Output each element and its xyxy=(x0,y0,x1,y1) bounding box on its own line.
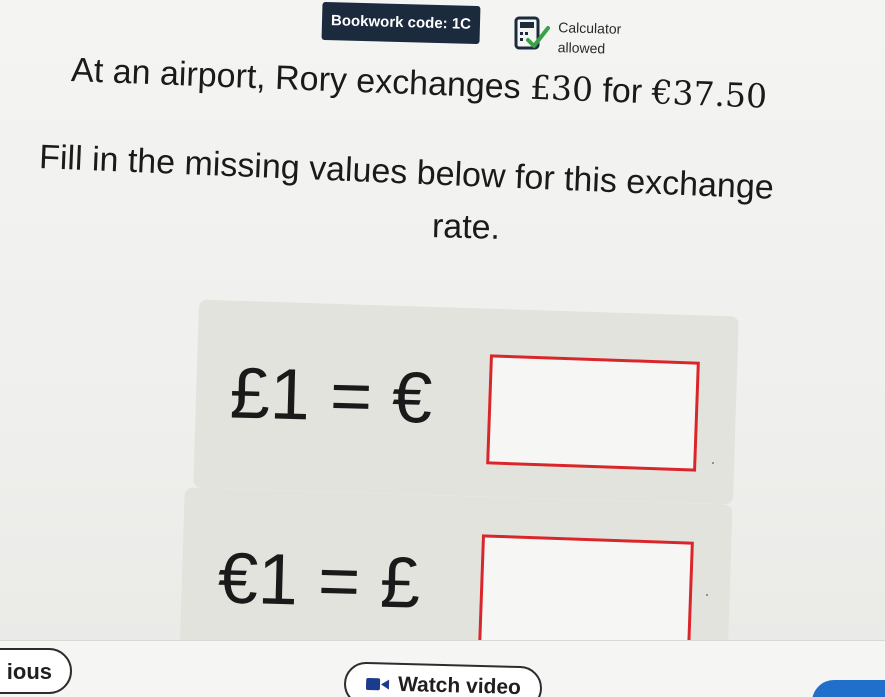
equation-1-label: £1 = € xyxy=(228,353,434,439)
answer-box-1[interactable] xyxy=(486,354,700,472)
bookwork-code-badge: Bookwork code: 1C xyxy=(321,1,481,45)
question-line-3: rate. xyxy=(431,207,501,247)
decorative-dot xyxy=(712,462,714,464)
pound-amount: £30 xyxy=(529,67,594,110)
question-line-1: At an airport, Rory exchanges £30 for €3… xyxy=(70,50,768,117)
watch-video-label: Watch video xyxy=(397,672,522,697)
video-camera-icon xyxy=(365,678,390,691)
euro-amount: €37.50 xyxy=(650,72,768,116)
answer-box-2[interactable] xyxy=(478,534,694,654)
equation-2-label: €1 = £ xyxy=(216,538,422,624)
calculator-label: Calculator xyxy=(558,19,622,37)
question-text-mid: for xyxy=(592,71,653,112)
answer-tab[interactable] xyxy=(812,680,885,697)
previous-button[interactable]: ious xyxy=(0,648,72,694)
question-line-2: Fill in the missing values below for thi… xyxy=(38,138,775,207)
question-text-prefix: At an airport, Rory exchanges xyxy=(70,50,531,107)
calculator-allowed-text: Calculator allowed xyxy=(557,17,622,59)
answer-input-pound[interactable] xyxy=(481,537,691,651)
allowed-label: allowed xyxy=(557,39,606,57)
watch-video-button[interactable]: Watch video xyxy=(343,661,543,697)
answer-input-euro[interactable] xyxy=(489,357,697,469)
decorative-dot xyxy=(706,594,708,596)
calculator-check-icon xyxy=(514,16,550,50)
page: Bookwork code: 1C Calculator allowed At … xyxy=(0,0,885,697)
